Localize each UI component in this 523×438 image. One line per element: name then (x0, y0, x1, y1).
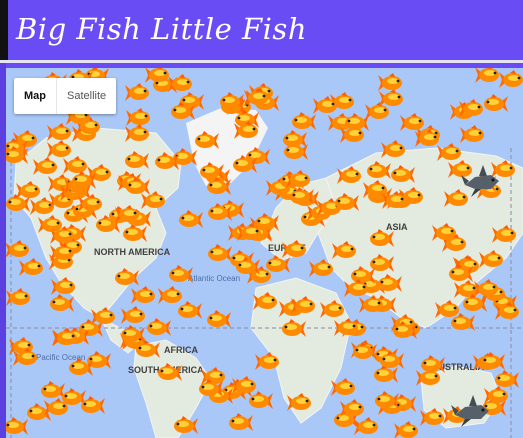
goldfish-icon (249, 291, 279, 313)
goldfish-icon (124, 176, 154, 198)
goldfish-icon (376, 273, 406, 295)
goldfish-icon (240, 87, 270, 109)
goldfish-icon (227, 412, 257, 434)
goldfish-icon (373, 390, 403, 412)
goldfish-icon (351, 341, 381, 363)
goldfish-icon (79, 395, 109, 417)
goldfish-icon (176, 300, 206, 322)
goldfish-icon (447, 263, 477, 285)
goldfish-icon (281, 129, 311, 151)
map-type-map-button[interactable]: Map (14, 78, 57, 114)
goldfish-icon (287, 295, 317, 317)
goldfish-icon (431, 299, 461, 321)
goldfish-icon (316, 299, 346, 321)
goldfish-icon (378, 190, 408, 212)
goldfish-icon (70, 170, 100, 192)
goldfish-icon (251, 351, 281, 373)
goldfish-icon (253, 212, 283, 234)
goldfish-icon (48, 293, 78, 315)
goldfish-icon (283, 392, 313, 414)
goldfish-icon (197, 378, 227, 400)
goldfish-icon (6, 416, 32, 438)
goldfish-icon (428, 222, 458, 244)
goldfish-icon (6, 145, 32, 167)
goldfish-icon (327, 377, 357, 399)
goldfish-icon (205, 309, 235, 331)
goldfish-icon (419, 354, 449, 376)
goldfish-icon (456, 124, 486, 146)
world-map[interactable]: NORTH AMERICA EUROPE ASIA AFRICA SOUTH A… (6, 68, 523, 438)
goldfish-icon (479, 351, 509, 373)
page-title: Big Fish Little Fish (16, 12, 307, 46)
map-type-control: Map Satellite (14, 78, 117, 114)
goldfish-icon (167, 264, 197, 286)
goldfish-icon (391, 320, 421, 342)
goldfish-icon (230, 120, 260, 142)
shark-icon-asia (461, 163, 503, 199)
app-header: Big Fish Little Fish (0, 0, 523, 60)
goldfish-icon (87, 306, 117, 328)
goldfish-icon (169, 101, 199, 123)
goldfish-icon (416, 407, 446, 429)
goldfish-icon (471, 68, 501, 86)
goldfish-icon (264, 254, 294, 276)
goldfish-icon (6, 287, 32, 309)
goldfish-icon (282, 169, 312, 191)
header-divider (0, 60, 523, 63)
goldfish-icon (156, 362, 186, 384)
goldfish-icon (123, 150, 153, 172)
goldfish-icon (328, 240, 358, 262)
goldfish-icon (6, 239, 31, 261)
goldfish-icon (49, 327, 79, 349)
goldfish-icon (368, 228, 398, 250)
goldfish-icon (172, 415, 202, 437)
goldfish-icon (9, 347, 39, 369)
goldfish-icon (231, 154, 261, 176)
goldfish-icon (198, 161, 228, 183)
map-type-satellite-button[interactable]: Satellite (57, 78, 116, 114)
goldfish-icon (121, 123, 151, 145)
goldfish-icon (374, 72, 404, 94)
goldfish-icon (389, 164, 419, 186)
goldfish-icon (336, 398, 366, 420)
goldfish-icon (113, 267, 143, 289)
goldfish-icon (234, 256, 264, 278)
goldfish-icon (145, 317, 175, 339)
goldfish-icon (461, 293, 491, 315)
goldfish-icon (280, 318, 310, 340)
goldfish-icon (455, 98, 485, 120)
goldfish-icon (378, 350, 408, 372)
goldfish-icon (482, 93, 512, 115)
goldfish-icon (206, 202, 236, 224)
goldfish-icon (396, 112, 426, 134)
goldfish-icon (67, 357, 97, 379)
goldfish-icon (153, 151, 183, 173)
goldfish-icon (343, 112, 373, 134)
goldfish-icon (46, 242, 76, 264)
goldfish-icon (29, 156, 59, 178)
goldfish-icon (141, 68, 171, 86)
goldfish-icon (34, 214, 64, 236)
goldfish-icon (177, 209, 207, 231)
shark-icon-south-pacific (451, 393, 493, 429)
goldfish-icon (377, 139, 407, 161)
goldfish-icon (340, 278, 370, 300)
goldfish-icon (488, 224, 518, 246)
fish-layer (6, 68, 523, 438)
goldfish-icon (228, 375, 258, 397)
header-accent-strip (0, 0, 8, 60)
